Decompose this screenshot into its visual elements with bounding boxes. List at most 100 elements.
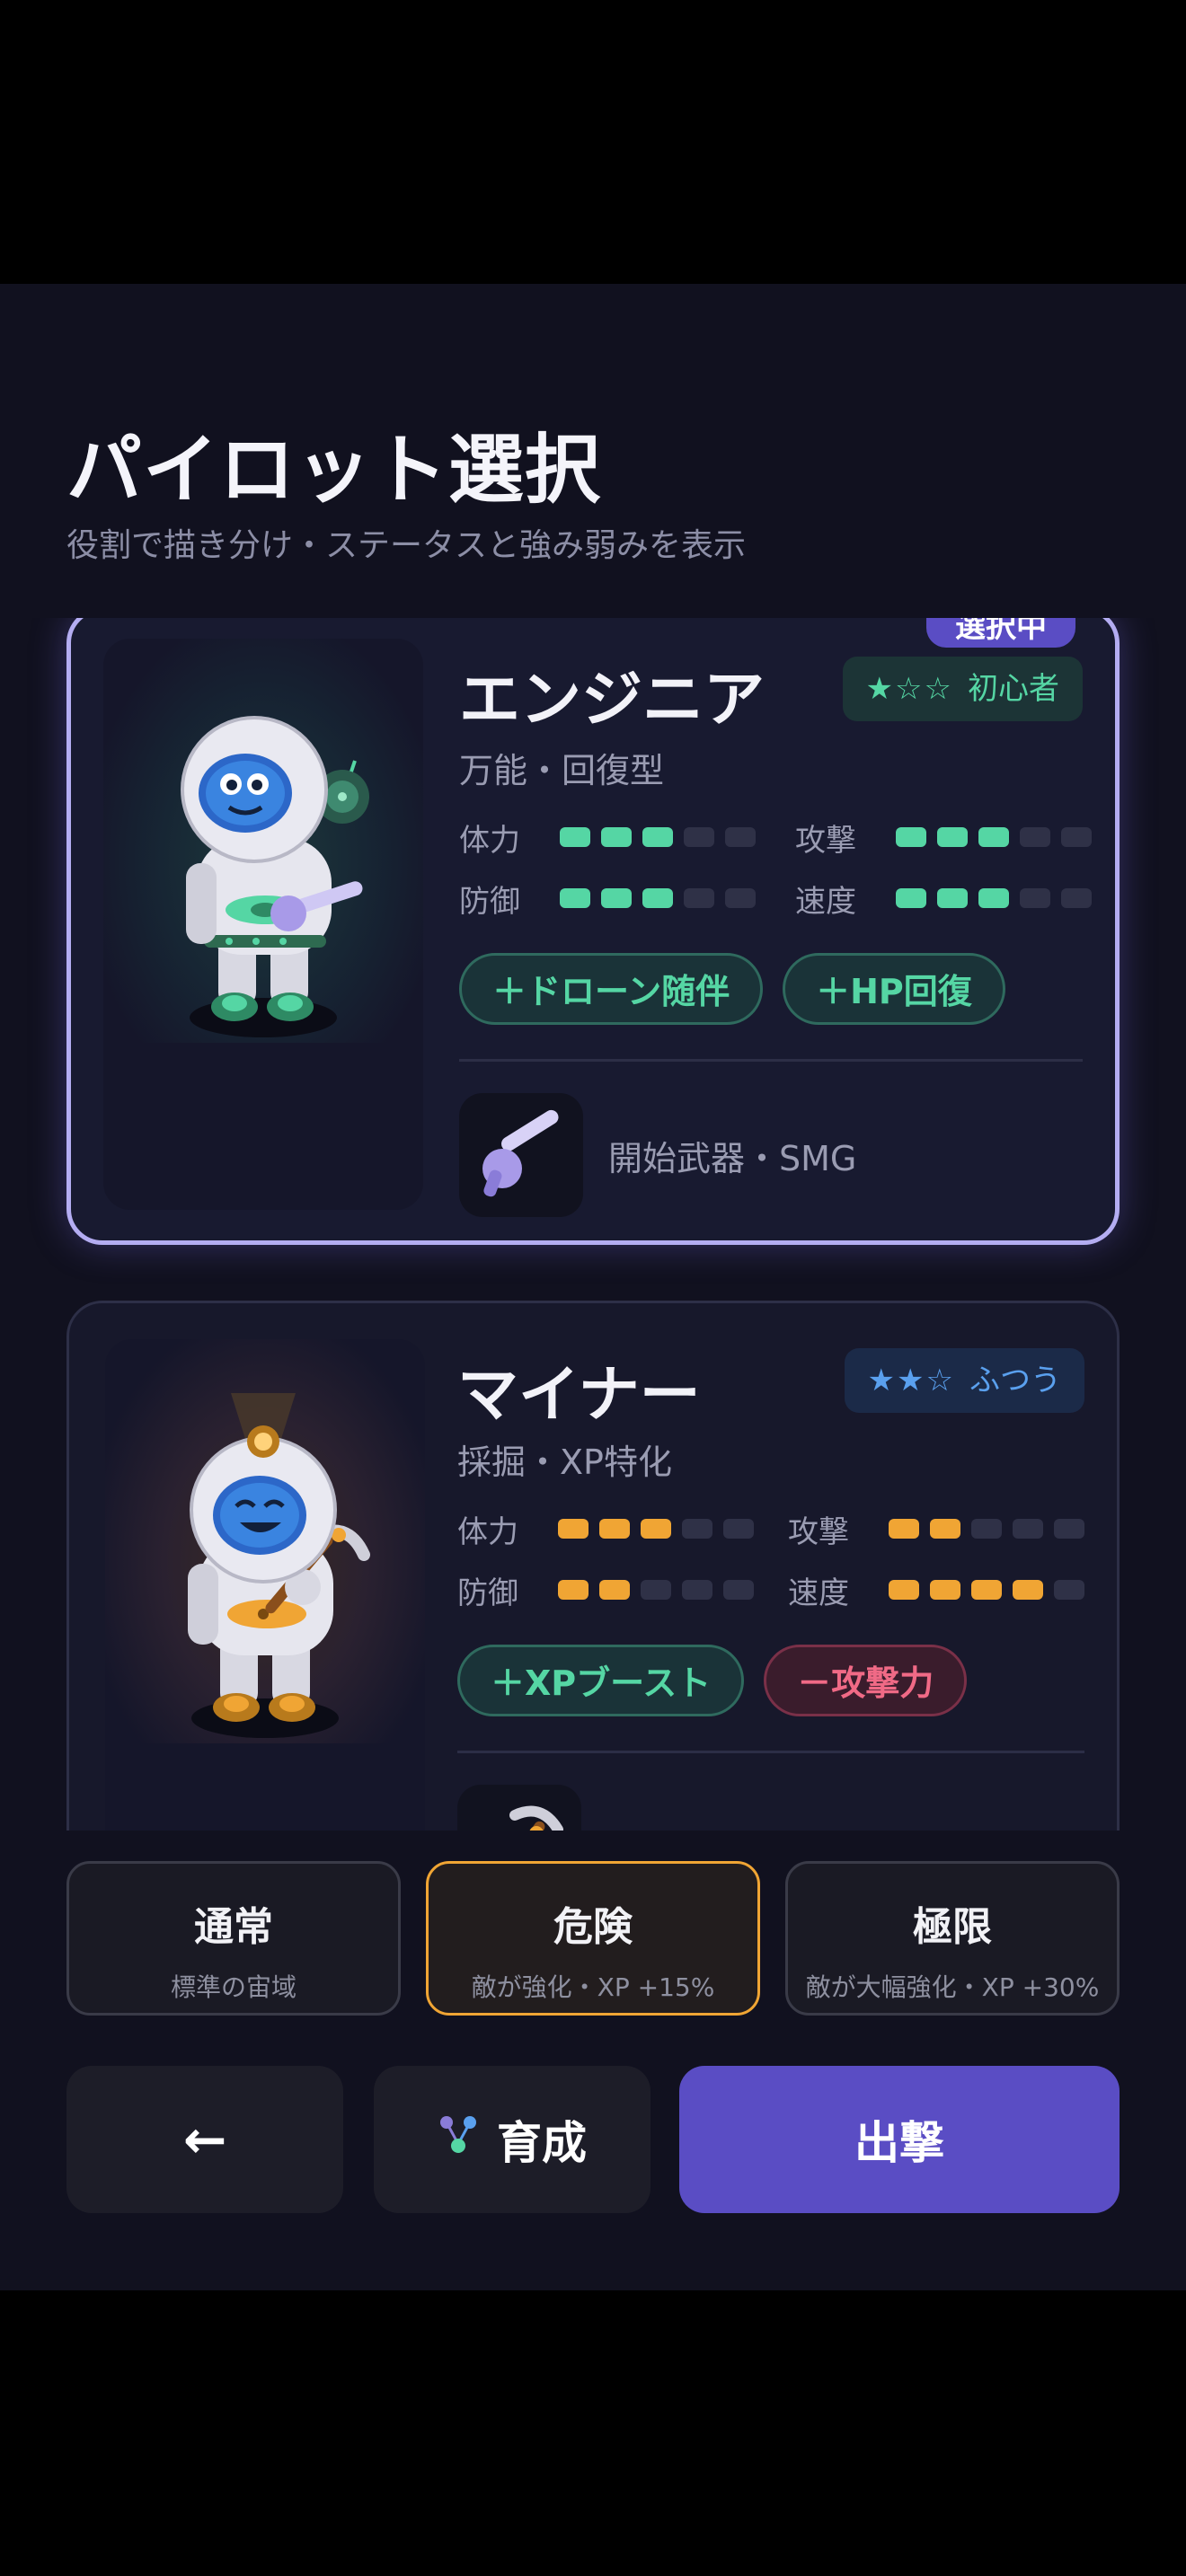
mode-title: 通常	[194, 1904, 273, 1950]
mode-desc: 敵が強化・XP +15%	[471, 1972, 715, 2002]
perk-tag-positive: ＋ドローン随伴	[459, 953, 764, 1025]
stat-label: 体力	[459, 822, 520, 859]
mode-danger-button[interactable]: 危険 敵が強化・XP +15%	[426, 1861, 760, 2016]
stat-pip-filled	[889, 1519, 919, 1539]
stat-pip-filled	[930, 1519, 960, 1539]
pickaxe-icon	[457, 1785, 581, 1831]
stat-pips	[889, 1519, 1084, 1539]
pilot-name: マイナー	[457, 1360, 701, 1431]
stat-pip-filled	[599, 1519, 630, 1539]
mode-desc: 敵が大幅強化・XP +30%	[805, 1972, 1100, 2002]
weapon-label: 開始武器・ピッケル	[606, 1822, 914, 1831]
stat-pips	[896, 827, 1092, 847]
stat-pip-filled	[558, 1580, 589, 1600]
pilot-role: 万能・回復型	[459, 751, 665, 790]
perk-list: ＋ドローン随伴 ＋HP回復	[459, 953, 1005, 1025]
pilot-card-engineer[interactable]: 選択中 エンジニア 万能・回復型 ★☆☆ 初心者 体力 攻撃 防御 速度 ＋ドロ…	[66, 618, 1120, 1245]
stat-pip-empty	[1054, 1580, 1084, 1600]
difficulty-badge: ★☆☆ 初心者	[842, 657, 1083, 721]
stat-pip-empty	[1061, 888, 1092, 908]
stat-pips	[560, 888, 756, 908]
pilot-name: エンジニア	[459, 665, 766, 736]
stat-pip-filled	[896, 888, 926, 908]
stat-pip-empty	[682, 1519, 712, 1539]
stat-pip-filled	[937, 827, 968, 847]
train-label: 育成	[497, 2117, 587, 2169]
stat-hp: 体力	[459, 815, 756, 860]
back-button[interactable]: ←	[66, 2066, 343, 2213]
difficulty-badge: ★★☆ ふつう	[844, 1348, 1084, 1413]
stat-pip-filled	[889, 1580, 919, 1600]
pilot-info-engineer: エンジニア 万能・回復型 ★☆☆ 初心者 体力 攻撃 防御 速度 ＋ドローン随伴…	[459, 618, 1092, 1240]
launch-button[interactable]: 出撃	[679, 2066, 1120, 2213]
mode-desc: 標準の宙域	[170, 1972, 296, 2002]
stat-pips	[889, 1580, 1084, 1600]
starting-weapon: 開始武器・SMG	[459, 1093, 856, 1217]
stat-pips	[896, 888, 1092, 908]
pilot-card-miner[interactable]: マイナー 採掘・XP特化 ★★☆ ふつう 体力 攻撃 防御 速度 ＋XPブースト…	[66, 1301, 1120, 1831]
stat-speed: 速度	[795, 876, 1092, 921]
pilot-portrait-engineer	[103, 639, 423, 1210]
stat-label: 体力	[457, 1513, 518, 1550]
stat-label: 攻撃	[795, 822, 856, 859]
stat-attack: 攻撃	[795, 815, 1092, 860]
perk-tag-positive: ＋HP回復	[783, 953, 1005, 1025]
stat-pip-empty	[1013, 1519, 1043, 1539]
mode-title: 極限	[913, 1904, 992, 1950]
stat-pip-empty	[641, 1580, 671, 1600]
stat-pip-empty	[684, 827, 714, 847]
stat-pip-empty	[725, 888, 756, 908]
miner-astronaut-icon	[188, 1393, 370, 1738]
mode-title: 危険	[553, 1904, 633, 1950]
stat-pip-empty	[1020, 827, 1050, 847]
divider	[457, 1751, 1084, 1753]
stat-pip-filled	[560, 827, 590, 847]
skill-tree-icon	[438, 2113, 479, 2166]
stat-pip-empty	[723, 1519, 754, 1539]
train-button[interactable]: 育成	[374, 2066, 651, 2213]
pilot-select-screen: パイロット選択 役割で描き分け・ステータスと強み弱みを表示 選択中 エンジニア …	[0, 284, 1186, 2290]
launch-label: 出撃	[854, 2117, 944, 2169]
back-arrow-icon: ←	[182, 2109, 227, 2170]
stat-pip-filled	[978, 827, 1009, 847]
stat-pip-filled	[937, 888, 968, 908]
stat-pips	[558, 1580, 754, 1600]
stat-label: 速度	[788, 1575, 849, 1611]
stat-pip-filled	[642, 827, 673, 847]
page-subtitle: 役割で描き分け・ステータスと強み弱みを表示	[66, 527, 747, 564]
pilot-list[interactable]: 選択中 エンジニア 万能・回復型 ★☆☆ 初心者 体力 攻撃 防御 速度 ＋ドロ…	[0, 618, 1186, 1831]
stat-pip-empty	[1061, 827, 1092, 847]
divider	[459, 1059, 1083, 1062]
stat-pip-empty	[725, 827, 756, 847]
mode-normal-button[interactable]: 通常 標準の宙域	[66, 1861, 401, 2016]
stat-pip-filled	[930, 1580, 960, 1600]
starting-weapon: 開始武器・ピッケル	[457, 1785, 914, 1831]
mode-extreme-button[interactable]: 極限 敵が大幅強化・XP +30%	[785, 1861, 1120, 2016]
stat-pip-empty	[723, 1580, 754, 1600]
stat-pip-empty	[1054, 1519, 1084, 1539]
stat-pip-filled	[971, 1580, 1002, 1600]
stat-pip-filled	[896, 827, 926, 847]
perk-tag-negative: －攻撃力	[764, 1645, 968, 1716]
difficulty-mode-selector: 通常 標準の宙域 危険 敵が強化・XP +15% 極限 敵が大幅強化・XP +3…	[66, 1861, 1120, 2016]
weapon-label: 開始武器・SMG	[608, 1138, 857, 1178]
stat-pips	[558, 1519, 754, 1539]
pilot-info-miner: マイナー 採掘・XP特化 ★★☆ ふつう 体力 攻撃 防御 速度 ＋XPブースト…	[457, 1303, 1084, 1831]
stat-pips	[560, 827, 756, 847]
stat-defense: 防御	[457, 1567, 754, 1612]
stat-speed: 速度	[788, 1567, 1084, 1612]
stat-pip-filled	[642, 888, 673, 908]
stat-pip-filled	[601, 827, 632, 847]
stat-defense: 防御	[459, 876, 756, 921]
stat-pip-filled	[560, 888, 590, 908]
page-title: パイロット選択	[66, 426, 602, 514]
engineer-astronaut-icon	[181, 716, 369, 1037]
smg-icon	[459, 1093, 583, 1217]
pilot-portrait-miner	[105, 1339, 425, 1831]
stat-label: 速度	[795, 883, 856, 920]
action-bar: ← 育成 出撃	[66, 2066, 1120, 2213]
stat-pip-empty	[682, 1580, 712, 1600]
pilot-role: 採掘・XP特化	[457, 1442, 672, 1482]
stat-pip-empty	[971, 1519, 1002, 1539]
difficulty-label: 初心者	[968, 671, 1059, 707]
